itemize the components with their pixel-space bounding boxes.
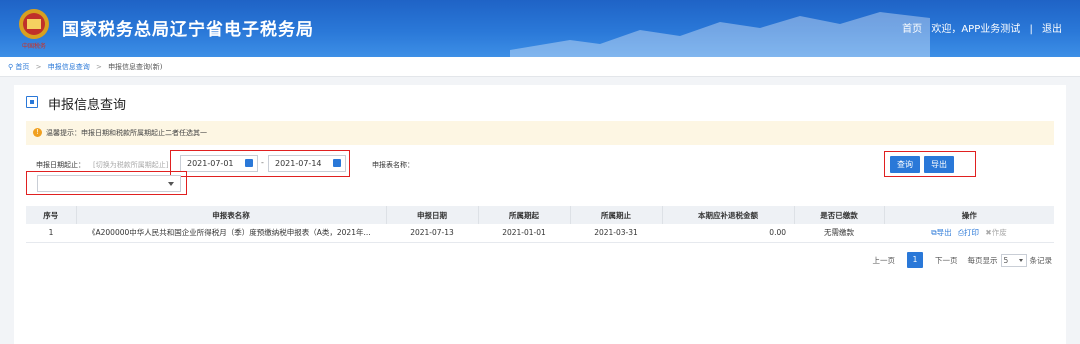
cell-report-date: 2021-07-13 (386, 224, 478, 243)
cell-paid: 无需缴款 (794, 224, 884, 243)
top-links: 首页 欢迎，APP业务测试 | 退出 (902, 20, 1062, 35)
row-void-label: 作废 (991, 228, 1007, 238)
location-pin-icon: ⚲ (8, 63, 14, 71)
col-report-date: 申报日期 (386, 206, 479, 224)
welcome-user-link[interactable]: 欢迎，APP业务测试 (931, 24, 1020, 35)
per-page-value: 5 (1003, 255, 1009, 265)
per-page-select[interactable]: 5 (1000, 253, 1027, 267)
breadcrumb-current: 申报信息查询(新) (108, 63, 163, 71)
page-title: 申报信息查询 (48, 98, 127, 113)
breadcrumb: ⚲ 首页 > 申报信息查询 > 申报信息查询(新) (0, 57, 1080, 77)
col-form-name: 申报表名称 (76, 206, 387, 224)
col-index: 序号 (26, 206, 77, 224)
switch-period-link[interactable]: [切换为税款所属期起止] (93, 160, 168, 170)
breadcrumb-arrow-icon: > (95, 63, 102, 71)
tax-emblem-icon: 中国税务 (19, 9, 49, 50)
row-print-label: 打印 (964, 228, 980, 238)
form-name-label: 申报表名称： (372, 161, 414, 169)
cell-period-start: 2021-01-01 (478, 224, 570, 243)
row-export-label: 导出 (936, 228, 952, 238)
row-print-button[interactable]: ⎙打印 (958, 228, 979, 237)
table-row: 1 《A200000中华人民共和国企业所得税月（季）度预缴纳税申报表（A类，20… (26, 224, 1054, 243)
per-page-label: 每页显示 (967, 255, 998, 265)
cell-index: 1 (26, 224, 76, 243)
breadcrumb-declare-query[interactable]: 申报信息查询 (48, 63, 90, 71)
col-period-end: 所属期止 (570, 206, 663, 224)
cell-amount: 0.00 (662, 224, 794, 243)
pagination: 上一页 1 下一页 每页显示 5 条记录 (867, 252, 1053, 268)
col-amount: 本期应补退税金额 (662, 206, 795, 224)
next-page-button[interactable]: 下一页 (935, 255, 958, 266)
tip-banner: ! 温馨提示：申报日期和税款所属期起止二者任选其一 (26, 121, 1054, 145)
info-icon: ! (33, 128, 42, 137)
highlight-box-select (26, 171, 187, 195)
cell-form-name: 《A200000中华人民共和国企业所得税月（季）度预缴纳税申报表（A类，2021… (76, 224, 386, 243)
cell-actions: ⧉导出 ⎙打印 ✖作废 (884, 224, 1054, 243)
records-suffix: 条记录 (1029, 255, 1053, 265)
col-period-start: 所属期起 (478, 206, 571, 224)
link-separator: | (1029, 24, 1033, 35)
header-banner: 中国税务 国家税务总局辽宁省电子税务局 首页 欢迎，APP业务测试 | 退出 (0, 0, 1080, 57)
date-range-label: 申报日期起止： (36, 161, 85, 169)
home-link[interactable]: 首页 (902, 24, 922, 35)
highlight-box-buttons (884, 151, 976, 177)
tip-text: 温馨提示：申报日期和税款所属期起止二者任选其一 (46, 129, 207, 137)
cell-period-end: 2021-03-31 (570, 224, 662, 243)
current-page[interactable]: 1 (907, 252, 923, 268)
form-icon (26, 96, 38, 108)
query-panel: 申报信息查询 ! 温馨提示：申报日期和税款所属期起止二者任选其一 申报日期起止：… (14, 85, 1066, 344)
col-paid: 是否已缴款 (794, 206, 885, 224)
svg-text:中国税务: 中国税务 (22, 42, 46, 50)
table-header-row: 序号 申报表名称 申报日期 所属期起 所属期止 本期应补退税金额 是否已缴款 操… (26, 206, 1054, 224)
row-export-button[interactable]: ⧉导出 (931, 228, 951, 237)
logout-link[interactable]: 退出 (1042, 24, 1062, 35)
results-table: 序号 申报表名称 申报日期 所属期起 所属期止 本期应补退税金额 是否已缴款 操… (26, 206, 1054, 243)
highlight-box-dates (170, 150, 350, 177)
breadcrumb-home[interactable]: 首页 (15, 63, 29, 71)
row-void-button[interactable]: ✖作废 (985, 228, 1006, 237)
col-actions: 操作 (884, 206, 1054, 224)
site-title: 国家税务总局辽宁省电子税务局 (62, 20, 314, 40)
prev-page-button[interactable]: 上一页 (873, 255, 896, 266)
breadcrumb-arrow-icon: > (35, 63, 42, 71)
great-wall-graphic (510, 12, 930, 57)
